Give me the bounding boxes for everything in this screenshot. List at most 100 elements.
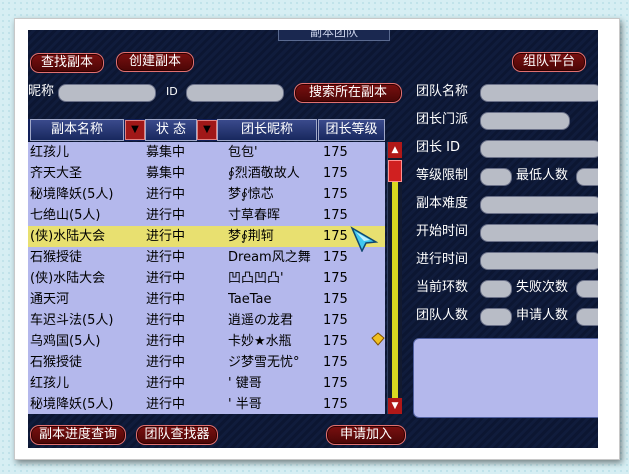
leader-name: 寸草春晖 [228,208,281,223]
leader-name: 逍遥の龙君 [228,313,294,328]
instance-name: 齐天大圣 [30,166,83,181]
team-finder-button[interactable]: 团队查找器 [136,425,218,445]
col-leader-level[interactable]: 团长等级 [318,119,385,141]
team-name-field [480,84,598,102]
leader-level: 175 [323,229,348,244]
sort-status-icon[interactable]: ▼ [125,120,145,140]
col-leader-name[interactable]: 团长昵称 [217,119,317,141]
table-row[interactable]: 车迟斗法(5人) 进行中 逍遥の龙君 175 [28,310,385,331]
status: 进行中 [146,271,186,286]
instance-name: 乌鸡国(5人) [30,334,101,349]
status: 进行中 [146,187,186,202]
leader-name: 包包' [228,145,258,160]
instance-team-window: 副本团队 查找副本 创建副本 组队平台 昵称 ID 搜索所在副本 副本名称 ▼ … [28,30,598,448]
scroll-track[interactable] [392,160,398,400]
table-row[interactable]: 通天河 进行中 TaeTae 175 [28,289,385,310]
leader-name: Dream风之舞 [228,250,311,265]
arrow-cursor-icon [350,226,379,252]
instance-name: (侠)水陆大会 [30,229,106,244]
leader-name: ' 半哥 [228,397,262,412]
table-row[interactable]: 红孩儿 进行中 ' 键哥 175 [28,373,385,394]
find-instance-button[interactable]: 查找副本 [30,53,104,73]
status: 进行中 [146,376,186,391]
table-row[interactable]: 石猴授徒 进行中 ジ梦雪无忧° 175 [28,352,385,373]
table-row[interactable]: 七绝山(5人) 进行中 寸草春晖 175 [28,205,385,226]
status: 进行中 [146,229,186,244]
instance-name: 七绝山(5人) [30,208,101,223]
table-row[interactable]: 石猴授徒 进行中 Dream风之舞 175 [28,247,385,268]
scroll-down-icon[interactable]: ▼ [388,398,402,414]
status: 进行中 [146,292,186,307]
leader-sect-field [480,112,570,130]
team-size-label: 团队人数 [416,308,469,323]
table-row[interactable]: 秘境降妖(5人) 进行中 ' 半哥 175 [28,394,385,414]
leader-level: 175 [323,271,348,286]
status: 募集中 [146,166,186,181]
level-limit-field [480,168,512,186]
search-instance-button[interactable]: 搜索所在副本 [294,83,402,103]
col-status[interactable]: 状 态 [145,119,197,141]
applicants-field [576,308,598,326]
leader-name: TaeTae [228,292,272,307]
current-round-label: 当前环数 [416,280,469,295]
list-scrollbar[interactable]: ▲ ▼ [387,142,402,414]
leader-name: ジ梦雪无忧° [228,355,300,370]
level-limit-label: 等级限制 [416,168,469,183]
status: 进行中 [146,334,186,349]
leader-sect-label: 团长门派 [416,112,469,127]
leader-level: 175 [323,355,348,370]
table-row[interactable]: 红孩儿 募集中 包包' 175 [28,142,385,163]
fail-count-label: 失败次数 [516,280,569,295]
difficulty-field [480,196,598,214]
leader-name: 梦∮惊芯 [228,187,274,202]
window-title: 副本团队 [278,30,390,41]
progress-query-button[interactable]: 副本进度查询 [30,425,126,445]
table-row[interactable]: (侠)水陆大会 进行中 凹凸凹凸' 175 [28,268,385,289]
status: 进行中 [146,313,186,328]
nickname-input[interactable] [58,84,156,102]
instance-name: 红孩儿 [30,376,70,391]
scroll-up-icon[interactable]: ▲ [388,142,402,158]
id-label: ID [166,85,178,98]
table-row[interactable]: 秘境降妖(5人) 进行中 梦∮惊芯 175 [28,184,385,205]
instance-name: 红孩儿 [30,145,70,160]
difficulty-label: 副本难度 [416,196,469,211]
col-instance-name[interactable]: 副本名称 [30,119,124,141]
team-name-label: 团队名称 [416,84,469,99]
start-time-field [480,224,598,242]
id-input[interactable] [186,84,284,102]
team-size-field [480,308,512,326]
leader-id-label: 团长 ID [416,140,460,155]
instance-name: 石猴授徒 [30,250,83,265]
leader-level: 175 [323,397,348,412]
leader-name: 卡妙★水瓶 [228,334,292,349]
table-row[interactable]: 齐天大圣 募集中 ∮烈酒敬故人 175 [28,163,385,184]
leader-level: 175 [323,292,348,307]
current-round-field [480,280,512,298]
leader-level: 175 [323,334,348,349]
table-row-selected[interactable]: (侠)水陆大会 进行中 梦∮荆轲 175 [28,226,385,247]
apply-join-button[interactable]: 申请加入 [326,425,406,445]
leader-level: 175 [323,166,348,181]
create-instance-button[interactable]: 创建副本 [116,52,194,72]
leader-name: ' 键哥 [228,376,262,391]
min-people-field [576,168,598,186]
status: 进行中 [146,250,186,265]
min-people-label: 最低人数 [516,168,569,183]
status: 进行中 [146,208,186,223]
status: 募集中 [146,145,186,160]
instance-list: 红孩儿 募集中 包包' 175 齐天大圣 募集中 ∮烈酒敬故人 175 秘境降妖… [28,142,385,414]
fail-count-field [576,280,598,298]
elapsed-time-field [480,252,598,270]
leader-level: 175 [323,145,348,160]
instance-name: 秘境降妖(5人) [30,397,114,412]
table-row[interactable]: 乌鸡国(5人) 进行中 卡妙★水瓶 175 [28,331,385,352]
elapsed-time-label: 进行时间 [416,252,469,267]
leader-name: 凹凸凹凸' [228,271,284,286]
scroll-thumb[interactable] [388,160,402,182]
team-platform-button[interactable]: 组队平台 [512,52,586,72]
sort-leader-icon[interactable]: ▼ [197,120,217,140]
gold-gem-icon [371,332,385,346]
leader-level: 175 [323,376,348,391]
leader-id-field [480,140,598,158]
